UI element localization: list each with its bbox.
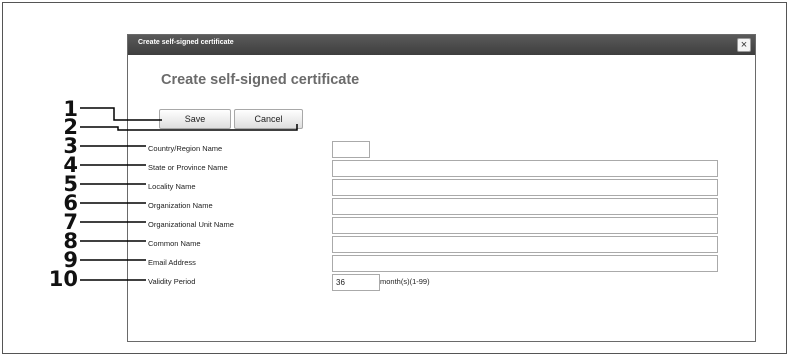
callout-leaders [80, 107, 298, 281]
leader-2 [80, 124, 298, 131]
leader-1 [80, 107, 162, 121]
